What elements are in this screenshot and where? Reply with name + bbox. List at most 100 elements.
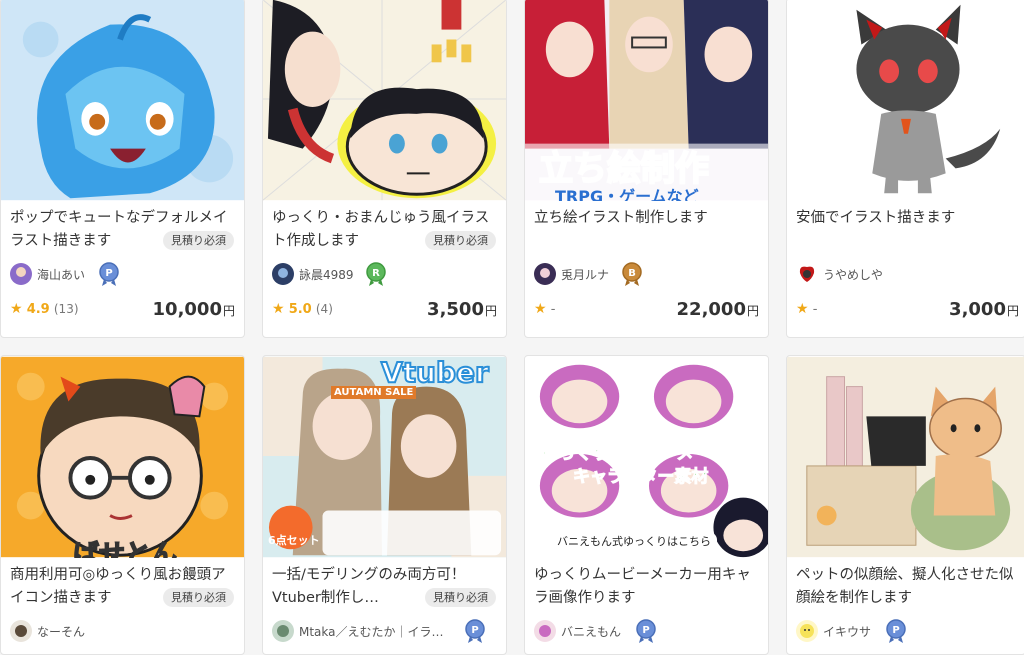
thumbnail-subcaption: TRPG・ゲームなど — [555, 187, 699, 201]
rank-badge-icon: R — [364, 261, 388, 287]
currency-label: 円 — [222, 304, 235, 318]
price: 22,000円 — [677, 299, 759, 320]
price: 3,500円 — [427, 299, 497, 320]
rating-value: 5.0 — [288, 302, 312, 317]
rank-badge-icon: P — [634, 618, 658, 644]
seller-name[interactable]: 海山あい — [37, 266, 85, 283]
yukkuri-manju-illustration-icon — [263, 0, 506, 201]
seller-name[interactable]: うやめしや — [823, 266, 883, 283]
seller-info[interactable]: 兎月ルナ B — [534, 262, 764, 288]
svg-text:P: P — [892, 625, 899, 636]
price-value: 10,000 — [152, 299, 222, 320]
rank-badge-icon: P — [97, 261, 121, 287]
price-value: 22,000 — [676, 299, 746, 320]
seller-info[interactable]: Mtaka／えむたか｜イラ… P — [272, 619, 502, 645]
thumbnail-caption: Vtuber — [380, 356, 490, 390]
star-icon: ★ — [272, 301, 285, 317]
seller-info[interactable]: 詠晨4989 R — [272, 262, 502, 288]
rank-badge-icon: P — [884, 618, 908, 644]
star-icon: ★ — [534, 301, 547, 317]
seller-name[interactable]: イキウサ — [823, 623, 871, 640]
rating: ★ 4.9 (13) — [10, 301, 79, 317]
thumbnail-subcaption: キャラクター素材 — [572, 467, 709, 488]
gray-cat-illustration-icon — [787, 0, 1024, 201]
glasses-man-icon-illustration-icon — [1, 356, 244, 558]
service-title[interactable]: ゆっくりムービーメーカー用キャラ画像作ります — [534, 564, 758, 610]
cat-sewing-illustration-icon — [787, 356, 1024, 558]
service-title[interactable]: ペットの似顔絵、擬人化させた似顔絵を制作します — [796, 564, 1020, 610]
estimate-required-badge: 見積り必須 — [163, 588, 234, 607]
seller-name[interactable]: 詠晨4989 — [299, 266, 354, 283]
thumbnail-image[interactable] — [1, 0, 244, 201]
rating-empty: - — [550, 302, 556, 317]
price: 10,000円 — [153, 299, 235, 320]
thumbnail-image[interactable] — [263, 0, 506, 201]
thumbnail-image[interactable] — [787, 0, 1024, 201]
rating-empty: - — [812, 302, 818, 317]
rank-badge-icon: P — [463, 618, 487, 644]
service-card[interactable]: ペットの似顔絵、擬人化させた似顔絵を制作します イキウサ P — [786, 355, 1024, 655]
service-title[interactable]: 立ち絵イラスト制作します — [534, 207, 758, 253]
thumbnail-caption: ばせとん — [72, 539, 178, 558]
estimate-required-badge: 見積り必須 — [425, 588, 496, 607]
seller-name[interactable]: Mtaka／えむたか｜イラ… — [299, 623, 444, 640]
thumbnail-note: 6点セット — [268, 534, 320, 547]
seller-name[interactable]: 兎月ルナ — [561, 266, 609, 283]
service-card[interactable]: ゆっくりムービーメーカー キャラクター素材 バニえもん式ゆっくりはこちら ゆっく… — [524, 355, 769, 655]
rating: ★ - — [534, 301, 555, 317]
currency-label: 円 — [484, 304, 497, 318]
service-title[interactable]: 安価でイラスト描きます — [796, 207, 1020, 253]
service-card[interactable]: 安価でイラスト描きます うやめしや ★ - 3,000円 — [786, 0, 1024, 338]
thumbnail-image[interactable] — [787, 356, 1024, 558]
estimate-required-badge: 見積り必須 — [163, 231, 234, 250]
avatar[interactable] — [10, 263, 32, 285]
rating: ★ - — [796, 301, 817, 317]
service-card[interactable]: 立ち絵制作 TRPG・ゲームなど 立ち絵イラスト制作します 兎月ルナ B ★ -… — [524, 0, 769, 338]
currency-label: 円 — [1006, 304, 1019, 318]
thumbnail-note: バニえもん式ゆっくりはこちら — [551, 532, 717, 550]
seller-name[interactable]: バニえもん — [561, 623, 621, 640]
price: 3,000円 — [949, 299, 1019, 320]
thumbnail-image[interactable]: Vtuber AUTAMN SALE 6点セット — [263, 356, 506, 558]
seller-info[interactable]: イキウサ P — [796, 619, 1024, 645]
seller-info[interactable]: 海山あい P — [10, 262, 240, 288]
svg-text:P: P — [105, 268, 112, 279]
thumbnail-caption: ゆっくりムービーメーカー — [540, 444, 745, 465]
rank-badge-icon: B — [620, 261, 644, 287]
rating-count: (13) — [53, 302, 79, 316]
avatar[interactable] — [796, 620, 818, 642]
currency-label: 円 — [746, 304, 759, 318]
svg-text:B: B — [628, 268, 636, 279]
service-grid: ポップでキュートなデフォルメイラスト描きます 見積り必須 海山あい P ★ 4.… — [0, 0, 1024, 655]
thumbnail-subcaption: AUTAMN SALE — [331, 386, 417, 399]
avatar[interactable] — [796, 263, 818, 285]
seller-info[interactable]: なーそん — [10, 619, 240, 645]
svg-text:R: R — [372, 268, 380, 279]
service-card[interactable]: ポップでキュートなデフォルメイラスト描きます 見積り必須 海山あい P ★ 4.… — [0, 0, 245, 338]
star-icon: ★ — [796, 301, 809, 317]
seller-info[interactable]: バニえもん P — [534, 619, 764, 645]
estimate-required-badge: 見積り必須 — [425, 231, 496, 250]
service-card[interactable]: Vtuber AUTAMN SALE 6点セット 一括/モデリングのみ両方可！V… — [262, 355, 507, 655]
avatar[interactable] — [10, 620, 32, 642]
rating-count: (4) — [315, 302, 333, 316]
avatar[interactable] — [534, 263, 556, 285]
price-value: 3,500 — [427, 299, 484, 320]
service-card[interactable]: ゆっくり・おまんじゅう風イラスト作成します 見積り必須 詠晨4989 R ★ 5… — [262, 0, 507, 338]
seller-name[interactable]: なーそん — [37, 623, 85, 640]
avatar[interactable] — [534, 620, 556, 642]
rating: ★ 5.0 (4) — [272, 301, 333, 317]
avatar[interactable] — [272, 263, 294, 285]
thumbnail-image[interactable]: ばせとん — [1, 356, 244, 558]
thumbnail-image[interactable]: 立ち絵制作 TRPG・ゲームなど — [525, 0, 768, 201]
rating-value: 4.9 — [26, 302, 50, 317]
price-value: 3,000 — [949, 299, 1006, 320]
svg-text:P: P — [471, 625, 478, 636]
svg-text:P: P — [642, 625, 649, 636]
blue-mermaid-illustration-icon — [1, 0, 244, 201]
avatar[interactable] — [272, 620, 294, 642]
thumbnail-image[interactable]: ゆっくりムービーメーカー キャラクター素材 バニえもん式ゆっくりはこちら — [525, 356, 768, 558]
star-icon: ★ — [10, 301, 23, 317]
service-card[interactable]: ばせとん 商用利用可◎ゆっくり風お饅頭アイコン描きます 見積り必須 なーそん — [0, 355, 245, 655]
seller-info[interactable]: うやめしや — [796, 262, 1024, 288]
